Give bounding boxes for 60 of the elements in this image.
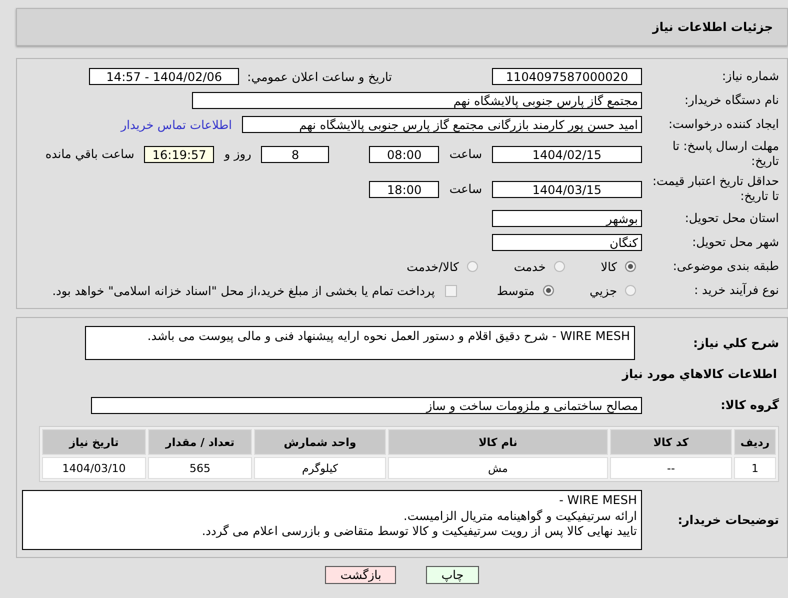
checkbox-label: پرداخت تمام یا بخشی از مبلغ خرید،از محل "اسناد خزانه اسلامی" خواهد بود. [52,284,435,298]
radio-button[interactable] [625,285,636,296]
creator-field: امید حسن پور کارمند بازرگانی مجتمع گاز پارس جنوبی پالایشگاه نهم [242,116,642,133]
column-header: تاریخ نیاز [42,429,146,455]
city-field: کنگان [492,234,642,251]
field-label: شرح کلي نیاز: [692,336,780,350]
radio-label: كالا/خدمت [406,260,459,274]
column-header: تعداد / مقدار [148,429,252,455]
description-field: WIRE MESH - شرح دقیق اقلام و دستور العمل نحوه ارایه پیشنهاد فنی و مالی پیوست می باشد. [85,326,635,360]
table-cell: 1404/03/10 [42,457,146,479]
radio-label: خدمت [514,260,546,274]
field-label: گروه کالا: [720,398,780,413]
table-cell: 565 [148,457,252,479]
announce-date-field: 1404/02/06 - 14:57 [89,68,240,85]
deadline-time-field: 08:00 [369,146,440,162]
radio-button[interactable] [542,285,554,296]
days-label: روز و [224,147,252,161]
radio-label: متوسط [496,284,535,298]
radio-label: جزيي [590,284,617,298]
field-label: استان محل تحویل: [684,211,780,226]
radio-label: كالا [600,260,617,274]
province-field: بوشهر [492,210,642,227]
table-cell: -- [610,457,732,479]
buyer-contact-link[interactable]: اطلاعات تماس خریدار [120,118,232,132]
radio-button[interactable] [625,261,636,272]
section-title: اطلاعات كالاهاي مورد نیاز [620,366,778,383]
checkbox[interactable] [444,284,457,296]
days-field: 8 [261,146,330,162]
time-label: ساعت [449,147,482,161]
radio-button[interactable] [554,261,565,272]
field-label: نام دستگاه خریدار: [684,93,780,108]
column-header: کد کالا [610,429,732,455]
remaining-label: ساعت باقي مانده [45,147,134,161]
field-label: مهلت ارسال پاسخ: تا تاریخ: [671,139,780,169]
radio-button[interactable] [466,261,478,272]
table-cell: مش [388,457,608,479]
table-cell: کیلوگرم [254,457,386,479]
buyer-org-field: مجتمع گاز پارس جنوبی پالایشگاه نهم [192,92,642,109]
field-label: توضیحات خریدار: [676,512,780,528]
need-number-field: 1104097587000020 [492,68,642,85]
back-button[interactable]: بازگشت [325,566,396,584]
field-label: حداقل تاریخ اعتبار قیمت: تا تاریخ: [651,174,780,204]
field-label: تاریخ و ساعت اعلان عمومي: [247,70,392,84]
field-label: شهر محل تحویل: [691,235,780,250]
column-header: واحد شمارش [254,429,386,455]
time-label: ساعت [449,182,482,196]
validity-date-field: 1404/03/15 [492,180,642,198]
table-cell: 1 [734,457,776,479]
remaining-time-field: 16:19:57 [144,146,214,162]
column-header: ردیف [734,429,776,455]
column-header: نام کالا [388,429,608,455]
field-label: ایجاد کننده درخواست: [667,117,780,132]
goods-group-field: مصالح ساختمانی و ملزومات ساخت و ساز [91,397,642,414]
field-label: نوع فرآیند خرید : [693,283,780,298]
print-button[interactable]: چاپ [426,566,479,584]
field-label: طبقه بندی موضوعی: [672,259,780,274]
deadline-date-field: 1404/02/15 [492,146,642,162]
field-label: شماره نیاز: [721,69,780,84]
validity-time-field: 18:00 [369,180,440,198]
page-title: جزئیات اطلاعات نیاز [652,20,773,34]
